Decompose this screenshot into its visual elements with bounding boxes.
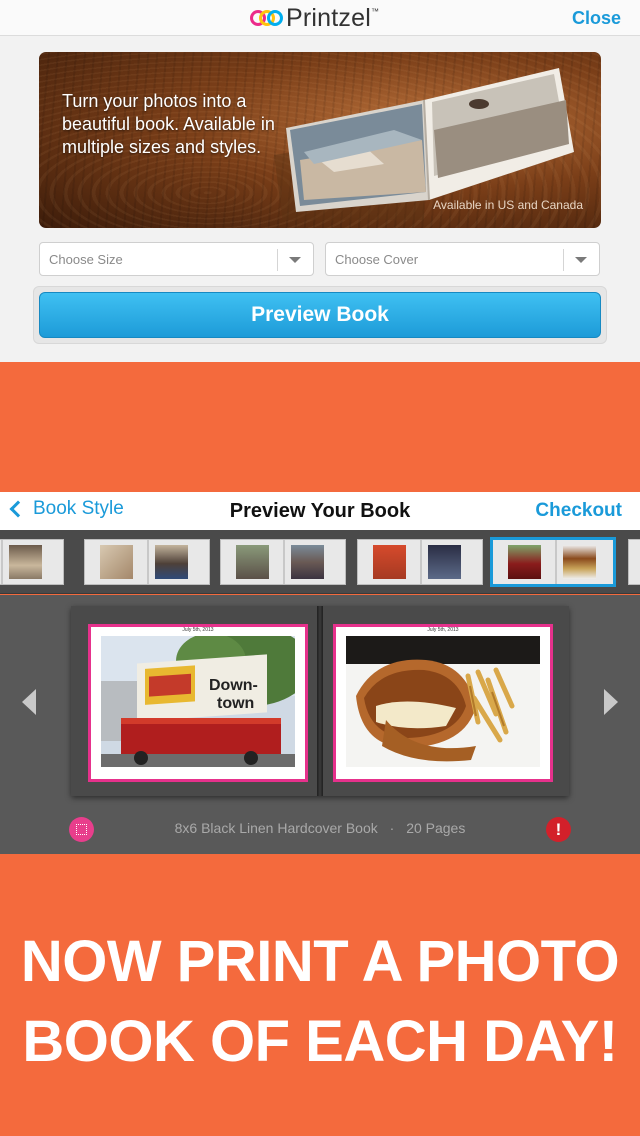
preview-book-button[interactable]: Preview Book	[39, 292, 601, 338]
page-thumbnail-selected[interactable]	[490, 537, 616, 587]
page-count: 20 Pages	[406, 820, 466, 836]
printzel-header: Printzel ™ Close	[0, 0, 640, 36]
summary-separator: ·	[389, 820, 395, 836]
printzel-logo: Printzel ™	[250, 3, 379, 33]
book-description: 8x6 Black Linen Hardcover Book	[174, 820, 378, 836]
close-button[interactable]: Close	[572, 8, 621, 29]
book-summary: 8x6 Black Linen Hardcover Book · 20 Page…	[0, 820, 640, 836]
left-page[interactable]: July 5th, 2013 Down- town	[71, 606, 320, 796]
hero-banner: Turn your photos into a beautiful book. …	[39, 52, 601, 228]
svg-text:town: town	[217, 695, 254, 712]
left-page-date: July 5th, 2013	[182, 627, 214, 633]
right-page-date: July 5th, 2013	[427, 627, 459, 633]
page-thumbnail[interactable]	[357, 539, 483, 585]
page-thumbnail[interactable]	[220, 539, 346, 585]
warning-icon[interactable]: !	[546, 817, 571, 842]
page-thumbnail[interactable]	[0, 539, 64, 585]
choose-cover-dropdown[interactable]: Choose Cover	[325, 242, 600, 276]
chevron-down-icon	[289, 257, 301, 263]
checkout-button[interactable]: Checkout	[535, 500, 622, 522]
food-truck-photo: Down- town	[101, 636, 295, 767]
headline-line-2: BOOK OF EACH DAY!	[22, 1009, 618, 1074]
book-preview-area: July 5th, 2013 Down- town July 5th, 2013…	[0, 595, 640, 854]
page-thumbnail-strip[interactable]	[0, 530, 640, 594]
preview-button-container: Preview Book	[33, 286, 607, 344]
grilled-cheese-photo	[346, 636, 540, 767]
headline-line-1: NOW PRINT A PHOTO	[20, 929, 620, 994]
availability-note: Available in US and Canada	[433, 198, 583, 212]
left-page-sheet: July 5th, 2013 Down- town	[88, 624, 308, 782]
next-page-arrow-icon[interactable]	[604, 689, 618, 715]
page-thumbnail[interactable]	[628, 539, 640, 585]
choose-cover-label: Choose Cover	[335, 252, 419, 267]
logo-trademark: ™	[370, 7, 379, 16]
printzel-logo-icon	[250, 6, 284, 30]
page-thumbnail[interactable]	[84, 539, 210, 585]
previous-page-arrow-icon[interactable]	[22, 689, 36, 715]
chevron-down-icon	[575, 257, 587, 263]
printzel-panel: Printzel ™ Close Turn your photos into a…	[0, 0, 640, 362]
hero-tagline: Turn your photos into a beautiful book. …	[62, 91, 275, 157]
right-page[interactable]: July 5th, 2013	[320, 606, 569, 796]
choose-size-label: Choose Size	[49, 252, 123, 267]
book-spine	[317, 606, 323, 796]
open-book-spread: July 5th, 2013 Down- town July 5th, 2013	[71, 606, 569, 796]
promo-headline: NOW PRINT A PHOTO BOOK OF EACH DAY!	[0, 922, 640, 1082]
svg-text:Down-: Down-	[209, 677, 258, 694]
photo-book-image	[274, 68, 574, 220]
choose-size-dropdown[interactable]: Choose Size	[39, 242, 314, 276]
right-page-sheet: July 5th, 2013	[333, 624, 553, 782]
logo-text: Printzel	[286, 3, 371, 32]
preview-nav-bar: Book Style Preview Your Book Checkout	[0, 492, 640, 530]
